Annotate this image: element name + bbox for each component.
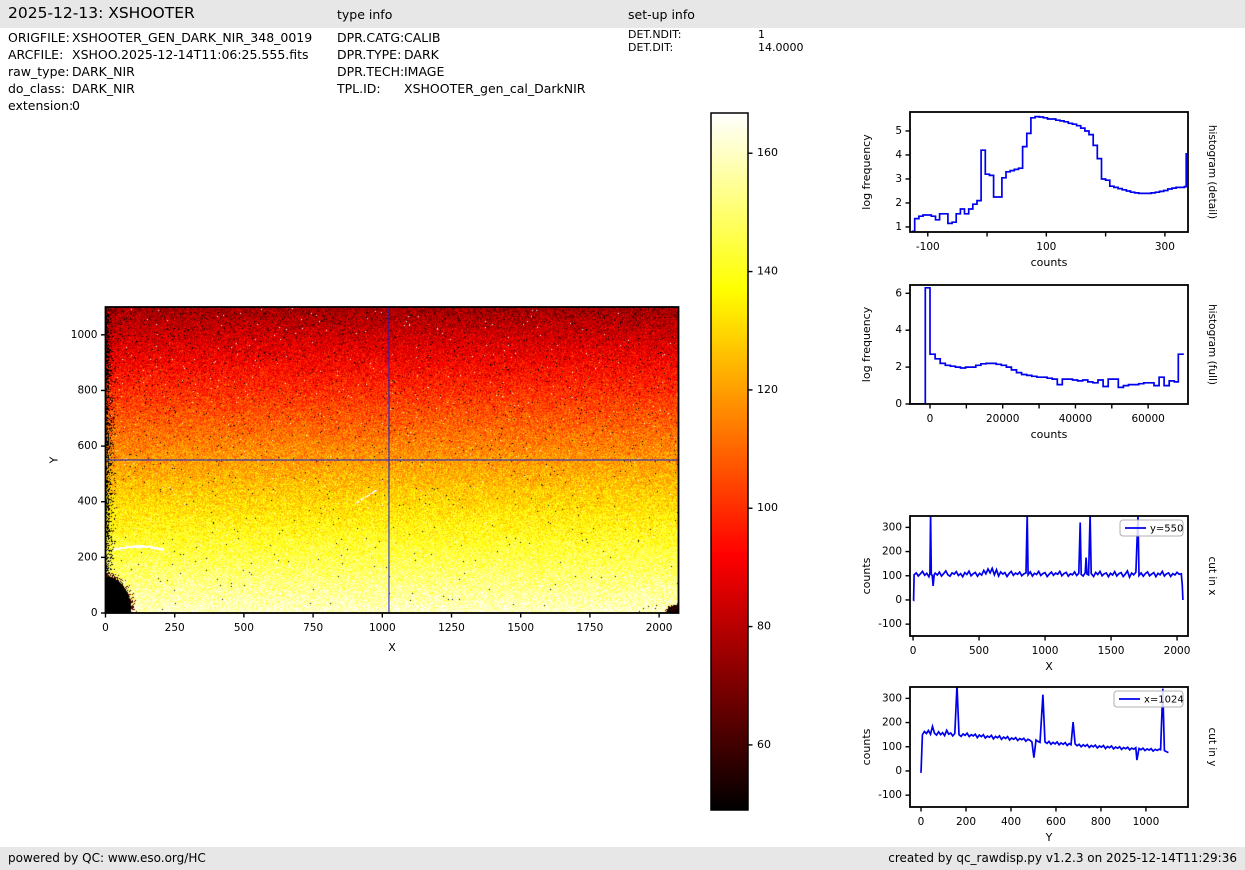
svg-text:1000: 1000	[369, 622, 396, 634]
svg-text:y=550: y=550	[1150, 524, 1183, 535]
svg-text:6: 6	[895, 287, 902, 299]
svg-text:160: 160	[757, 146, 778, 159]
svg-text:60000: 60000	[1131, 413, 1164, 425]
svg-text:1000: 1000	[71, 329, 98, 341]
svg-text:100: 100	[882, 741, 902, 753]
svg-text:x=1024: x=1024	[1144, 695, 1184, 706]
svg-text:200: 200	[882, 717, 902, 729]
svg-text:2: 2	[895, 197, 902, 209]
svg-text:120: 120	[757, 383, 778, 396]
svg-text:20000: 20000	[986, 413, 1019, 425]
svg-text:750: 750	[303, 622, 323, 634]
svg-text:300: 300	[882, 692, 902, 704]
svg-text:-100: -100	[916, 241, 940, 253]
svg-text:counts: counts	[1031, 256, 1068, 269]
svg-text:1500: 1500	[1098, 645, 1125, 657]
plots-overlay: 0 250 500 750 1000 1250 1500 1750 20000200400600…	[48, 111, 1218, 844]
svg-text:2: 2	[895, 361, 902, 373]
svg-text:250: 250	[165, 622, 185, 634]
svg-text:400: 400	[1001, 816, 1021, 828]
svg-text:100: 100	[1036, 241, 1056, 253]
svg-text:0: 0	[102, 622, 109, 634]
svg-text:0: 0	[895, 594, 902, 606]
svg-text:500: 500	[969, 645, 989, 657]
qc-report-page: 2025-12-13: XSHOOTER type info set-up in…	[0, 0, 1245, 870]
svg-text:5: 5	[895, 125, 902, 137]
svg-text:1250: 1250	[438, 622, 465, 634]
svg-text:800: 800	[1091, 816, 1111, 828]
data-line-hist_full	[911, 286, 1184, 404]
legend-cut_y: x=1024	[1113, 690, 1184, 708]
svg-text:400: 400	[77, 496, 97, 508]
legend-cut_x: y=550	[1119, 519, 1184, 537]
svg-text:200: 200	[882, 546, 902, 558]
svg-text:Y: Y	[48, 456, 61, 464]
svg-text:cut in y: cut in y	[1206, 727, 1218, 766]
svg-text:200: 200	[956, 816, 976, 828]
svg-text:0: 0	[895, 398, 902, 410]
plot-main-image: 0 250 500 750 1000 1250 1500 1750 2000 0 200 400 600…	[48, 306, 680, 654]
svg-text:4: 4	[895, 324, 902, 336]
svg-text:300: 300	[1155, 241, 1175, 253]
svg-text:60: 60	[757, 738, 771, 751]
svg-text:600: 600	[1046, 816, 1066, 828]
svg-text:1750: 1750	[577, 622, 604, 634]
svg-text:2000: 2000	[1164, 645, 1191, 657]
plot-cut_y: 0 200 400 600 800 1000 -100 0 100 200 300 Ycounts cu…	[860, 686, 1218, 844]
svg-text:1500: 1500	[507, 622, 534, 634]
plot-hist_full: 0 20000 40000 60000 0 2 4 6 counts log frequency h…	[860, 284, 1218, 441]
svg-text:histogram (detail): histogram (detail)	[1206, 125, 1218, 219]
svg-text:counts: counts	[860, 728, 873, 765]
svg-text:log frequency: log frequency	[860, 306, 873, 382]
svg-text:300: 300	[882, 521, 902, 533]
svg-text:counts: counts	[860, 557, 873, 594]
svg-text:1: 1	[895, 221, 902, 233]
plot-cut_x: 0 500 1000 1500 2000 -100 0 100 200 300 Xcounts cut…	[860, 515, 1218, 673]
plot-hist_detail: -100 100 300 1 2 3 4 5 counts log frequency histog…	[860, 111, 1218, 269]
footer-right-text: created by qc_rawdisp.py v1.2.3 on 2025-…	[888, 851, 1237, 865]
svg-text:counts: counts	[1031, 428, 1068, 441]
svg-text:80: 80	[757, 620, 771, 633]
svg-text:log frequency: log frequency	[860, 134, 873, 210]
footer-left-text: powered by QC: www.eso.org/HC	[8, 851, 206, 865]
svg-text:40000: 40000	[1059, 413, 1092, 425]
svg-text:500: 500	[234, 622, 254, 634]
svg-text:0: 0	[910, 645, 917, 657]
svg-text:Y: Y	[1045, 831, 1053, 844]
svg-text:600: 600	[77, 440, 97, 452]
data-line-hist_detail	[911, 115, 1188, 232]
colorbar-axis: 60 80 100 120 140 160	[710, 112, 778, 811]
svg-text:1000: 1000	[1032, 645, 1059, 657]
svg-text:0: 0	[895, 765, 902, 777]
svg-text:800: 800	[77, 384, 97, 396]
svg-text:0: 0	[91, 607, 98, 619]
svg-text:X: X	[1045, 660, 1053, 673]
svg-text:cut in x: cut in x	[1206, 556, 1218, 595]
svg-text:histogram (full): histogram (full)	[1206, 304, 1218, 385]
svg-text:-100: -100	[878, 789, 902, 801]
svg-text:4: 4	[895, 149, 902, 161]
svg-text:140: 140	[757, 265, 778, 278]
svg-text:100: 100	[757, 501, 778, 514]
svg-text:0: 0	[927, 413, 934, 425]
svg-text:2000: 2000	[646, 622, 673, 634]
svg-text:0: 0	[918, 816, 925, 828]
svg-text:100: 100	[882, 570, 902, 582]
svg-text:-100: -100	[878, 618, 902, 630]
svg-text:3: 3	[895, 173, 902, 185]
svg-text:X: X	[388, 641, 396, 654]
svg-text:1000: 1000	[1133, 816, 1160, 828]
svg-text:200: 200	[77, 551, 97, 563]
